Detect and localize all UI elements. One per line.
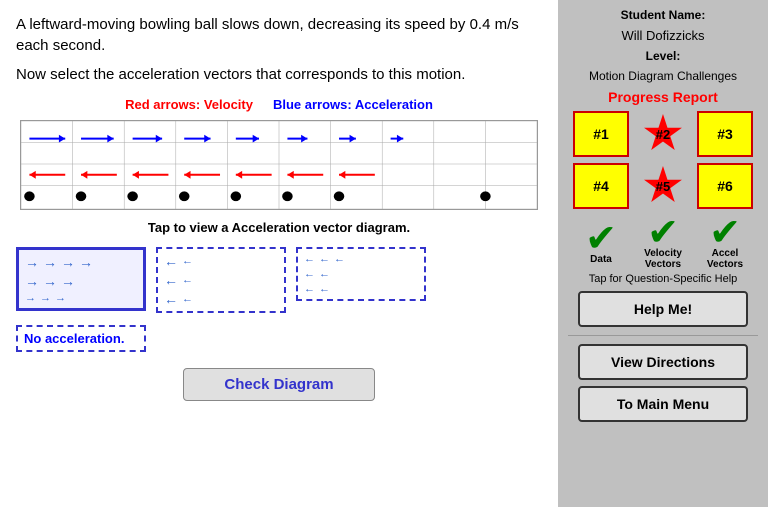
check-icons-row: ✔ Data ✔ VelocityVectors ✔ AccelVectors xyxy=(573,217,753,267)
answer-box-1[interactable]: → → → → → → → → → → xyxy=(16,247,146,311)
progress-label-2: #2 xyxy=(656,127,670,142)
arr-c5: ← xyxy=(319,268,330,280)
student-name-label: Student Name: xyxy=(621,8,706,22)
level-value: Motion Diagram Challenges xyxy=(589,69,737,83)
progress-cell-6[interactable]: #6 xyxy=(697,163,753,209)
tap-hint[interactable]: Tap to view a Acceleration vector diagra… xyxy=(16,220,542,235)
check-data-icon: ✔ xyxy=(585,220,617,258)
arrow-3: → xyxy=(61,254,75,270)
arr-c6: ← xyxy=(304,283,315,295)
problem-text-1: A leftward-moving bowling ball slows dow… xyxy=(16,14,542,56)
check-icon-data[interactable]: ✔ Data xyxy=(573,217,629,267)
arr-b2: ← xyxy=(182,255,193,267)
answer-box-no-accel[interactable]: No acceleration. xyxy=(16,325,146,352)
no-accel-text: No acceleration. xyxy=(24,331,124,346)
check-accel-label: AccelVectors xyxy=(707,248,743,270)
progress-label-1: #1 xyxy=(593,126,609,142)
arrow-7: → xyxy=(61,273,75,289)
progress-grid: #1 ★ #2 #3 #4 ★ #5 #6 xyxy=(573,111,753,209)
help-me-button[interactable]: Help Me! xyxy=(578,291,748,327)
check-diagram-button[interactable]: Check Diagram xyxy=(183,368,374,401)
legend-blue: Blue arrows: Acceleration xyxy=(273,97,433,112)
check-icon-accel[interactable]: ✔ AccelVectors xyxy=(697,217,753,267)
progress-cell-5[interactable]: ★ #5 xyxy=(635,163,691,209)
progress-label-4: #4 xyxy=(593,178,609,194)
arrow-6: → xyxy=(43,273,57,289)
progress-cell-2[interactable]: ★ #2 xyxy=(635,111,691,157)
main-menu-button[interactable]: To Main Menu xyxy=(578,386,748,422)
check-velocity-icon: ✔ xyxy=(647,214,679,252)
problem-text-2: Now select the acceleration vectors that… xyxy=(16,64,542,85)
arr-c2: ← xyxy=(319,253,330,265)
answer-box-3[interactable]: ← ← ← ← ← ← ← xyxy=(296,247,426,301)
progress-cell-4[interactable]: #4 xyxy=(573,163,629,209)
legend: Red arrows: Velocity Blue arrows: Accele… xyxy=(16,97,542,112)
arrow-8: → xyxy=(25,292,36,304)
progress-label-6: #6 xyxy=(717,178,733,194)
check-accel-icon: ✔ xyxy=(709,214,741,252)
arrow-10: → xyxy=(55,292,66,304)
grid-svg xyxy=(21,121,537,209)
arrow-4: → xyxy=(79,254,93,270)
arr-b1: ← xyxy=(164,253,178,269)
arrow-5: → xyxy=(25,273,39,289)
progress-title: Progress Report xyxy=(608,89,718,105)
legend-red: Red arrows: Velocity xyxy=(125,97,253,112)
arr-b5: ← xyxy=(164,291,178,307)
arr-b3: ← xyxy=(164,272,178,288)
progress-cell-3[interactable]: #3 xyxy=(697,111,753,157)
answer-area: → → → → → → → → → → xyxy=(16,247,542,352)
divider-1 xyxy=(568,335,758,336)
arrow-2: → xyxy=(43,254,57,270)
level-label: Level: xyxy=(646,49,681,63)
view-directions-button[interactable]: View Directions xyxy=(578,344,748,380)
progress-label-5: #5 xyxy=(656,179,670,194)
progress-cell-1[interactable]: #1 xyxy=(573,111,629,157)
arr-c1: ← xyxy=(304,253,315,265)
left-panel: A leftward-moving bowling ball slows dow… xyxy=(0,0,558,507)
right-panel: Student Name: Will Dofizzicks Level: Mot… xyxy=(558,0,768,507)
arr-c3: ← xyxy=(334,253,345,265)
check-icon-velocity[interactable]: ✔ VelocityVectors xyxy=(635,217,691,267)
motion-grid xyxy=(20,120,538,210)
student-name-value: Will Dofizzicks xyxy=(621,28,704,43)
arr-c4: ← xyxy=(304,268,315,280)
arr-c7: ← xyxy=(319,283,330,295)
help-hint: Tap for Question-Specific Help xyxy=(589,273,738,285)
check-velocity-label: VelocityVectors xyxy=(644,248,682,270)
arr-b6: ← xyxy=(182,293,193,305)
answer-box-2[interactable]: ← ← ← ← ← ← xyxy=(156,247,286,313)
progress-label-3: #3 xyxy=(717,126,733,142)
arrow-9: → xyxy=(40,292,51,304)
check-data-label: Data xyxy=(590,254,612,265)
arr-b4: ← xyxy=(182,274,193,286)
arrow-1: → xyxy=(25,254,39,270)
